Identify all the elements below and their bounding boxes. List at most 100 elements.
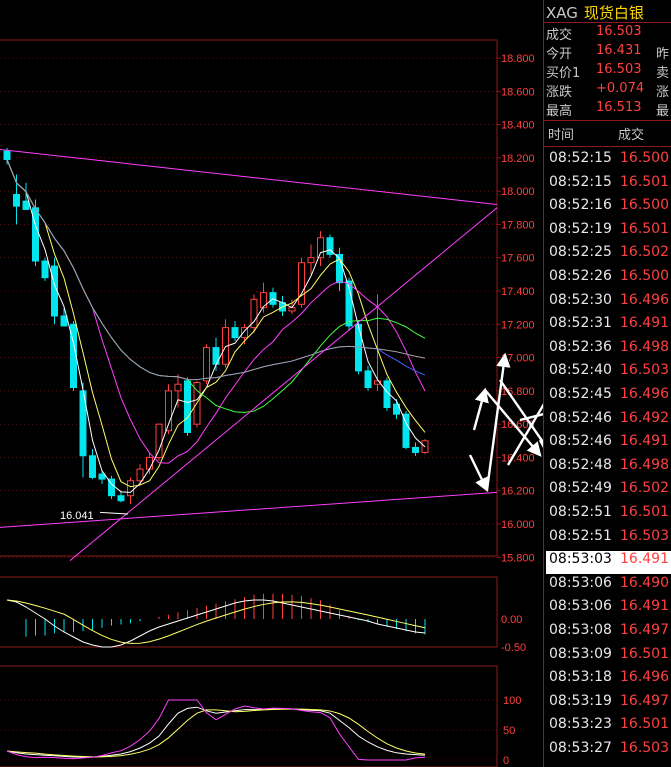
annotation-pointer: [99, 511, 129, 515]
tick-time: 08:53:09: [549, 645, 612, 662]
candle-body: [32, 207, 39, 262]
tick-time: 08:52:25: [549, 244, 612, 261]
y-tick-label: 17.800: [501, 219, 535, 231]
tick-time: 08:53:03: [549, 551, 612, 568]
tick-time: 08:52:15: [549, 150, 612, 166]
y-tick-label: 17.000: [501, 353, 535, 365]
tick-price: 16.496: [620, 669, 669, 686]
candle-body: [41, 260, 49, 279]
symbol-code: XAG: [546, 4, 578, 22]
tick-price: 16.498: [620, 338, 669, 355]
tick-price: 16.497: [620, 622, 669, 638]
tick-price: 16.490: [620, 574, 669, 591]
symbol-header: XAG 现货白银: [546, 2, 644, 23]
tick-time: 08:53:06: [549, 598, 612, 615]
tick-price: 16.501: [620, 220, 669, 237]
tick-row: 08:52:15 16.501: [546, 174, 671, 197]
tick-time: 08:52:15: [549, 173, 612, 190]
tick-price: 16.501: [620, 504, 669, 520]
price-panel-frame: [0, 39, 498, 557]
y-tick-label: 16.200: [501, 486, 535, 498]
quote-row: 最高 16.513 最: [546, 100, 671, 119]
tick-time: 08:52:46: [549, 409, 612, 426]
candle-body: [155, 423, 163, 458]
tick-time: 08:52:46: [549, 433, 612, 450]
tick-time: 08:52:51: [549, 504, 612, 520]
tick-row: 08:53:08 16.497: [546, 622, 671, 645]
candle-body: [60, 315, 68, 327]
tick-row: 08:52:46 16.491: [546, 433, 671, 456]
tick-price: 16.491: [620, 551, 669, 568]
y-tick-label: 15.800: [501, 552, 535, 564]
y-tick-label: 18.800: [501, 53, 535, 65]
tick-row: 08:52:16 16.500: [546, 197, 671, 220]
tick-row: 08:52:40 16.503: [546, 362, 671, 385]
tick-time: 08:52:31: [549, 315, 612, 332]
tick-row: 08:52:15 16.500: [546, 150, 671, 173]
kdj-axis-label: 0: [503, 755, 509, 767]
quote-row: 成交 16.503: [546, 24, 671, 43]
quote-value: +0.074: [596, 81, 645, 96]
y-tick-label: 18.200: [501, 153, 535, 165]
moving-average-line: [6, 159, 426, 488]
tick-price: 16.496: [620, 386, 669, 402]
quote-label: 涨跌: [546, 85, 573, 100]
tick-time: 08:52:45: [549, 386, 612, 402]
tick-price: 16.501: [620, 173, 669, 190]
tick-price: 16.503: [620, 527, 669, 544]
tick-price: 16.501: [620, 645, 669, 662]
analysis-arrow: [468, 454, 489, 493]
kdj-d-line: [6, 708, 426, 758]
tick-price: 16.502: [620, 480, 669, 497]
quote-row: 买价1 16.503 卖: [546, 62, 671, 81]
candle-body: [364, 370, 372, 389]
macd-axis-label: 0.00: [501, 614, 522, 626]
tick-price: 16.496: [620, 291, 669, 308]
candle-body: [22, 200, 30, 210]
moving-average-line: [6, 159, 426, 464]
tick-row: 08:52:36 16.498: [546, 339, 671, 362]
kdj-k-line: [6, 706, 426, 758]
tick-row: 08:52:30 16.496: [546, 292, 671, 315]
candle-body: [174, 383, 182, 392]
kdj-axis-label: 100: [503, 695, 521, 707]
low-price-annotation: 16.041: [60, 510, 94, 522]
tick-time: 08:53:23: [549, 716, 612, 733]
chart-area: 18.800 18.600 18.400 18.200 18.000 17.800 17.6…: [0, 39, 543, 767]
tick-time: 08:52:19: [549, 220, 612, 237]
tick-row: 08:52:45 16.496: [546, 386, 671, 409]
tick-price: 16.503: [620, 740, 669, 756]
quote-label: 买价1: [546, 66, 581, 81]
tick-price: 16.498: [620, 456, 669, 473]
quote-extra: 卖: [656, 66, 670, 81]
macd-axis-label: -0.50: [501, 642, 526, 654]
y-tick-label: 17.600: [501, 253, 535, 265]
tick-time: 08:52:16: [549, 197, 612, 214]
tick-row: 08:52:48 16.498: [546, 457, 671, 480]
tick-row: 08:53:03 16.491: [546, 551, 671, 575]
y-tick-label: 18.600: [501, 86, 535, 98]
tick-time: 08:53:06: [549, 574, 612, 591]
tick-price: 16.501: [620, 716, 669, 733]
candle-body: [51, 265, 58, 317]
tick-price: 16.503: [620, 362, 669, 379]
tick-time: 08:52:26: [549, 268, 612, 284]
quote-label: 成交: [546, 28, 573, 43]
quote-value: 16.513: [596, 100, 642, 115]
candle-body: [89, 455, 96, 478]
symbol-name: 现货白银: [583, 4, 644, 22]
tick-row: 08:52:51 16.501: [546, 504, 671, 527]
tick-row: 08:52:19 16.501: [546, 221, 671, 244]
tick-price: 16.497: [620, 692, 669, 709]
tick-time: 08:53:18: [549, 669, 612, 686]
tick-row: 08:52:31 16.491: [546, 315, 671, 338]
quote-row: 今开 16.431 昨: [546, 43, 671, 62]
quote-label: 最高: [546, 104, 573, 119]
tick-row: 08:52:26 16.500: [546, 268, 671, 291]
tick-price: 16.500: [620, 150, 669, 166]
tick-row: 08:53:19 16.497: [546, 693, 671, 716]
tick-price: 16.491: [620, 433, 669, 450]
moving-average-line: [6, 159, 426, 413]
tick-row: 08:52:51 16.503: [546, 528, 671, 551]
tick-price: 16.491: [620, 598, 669, 615]
